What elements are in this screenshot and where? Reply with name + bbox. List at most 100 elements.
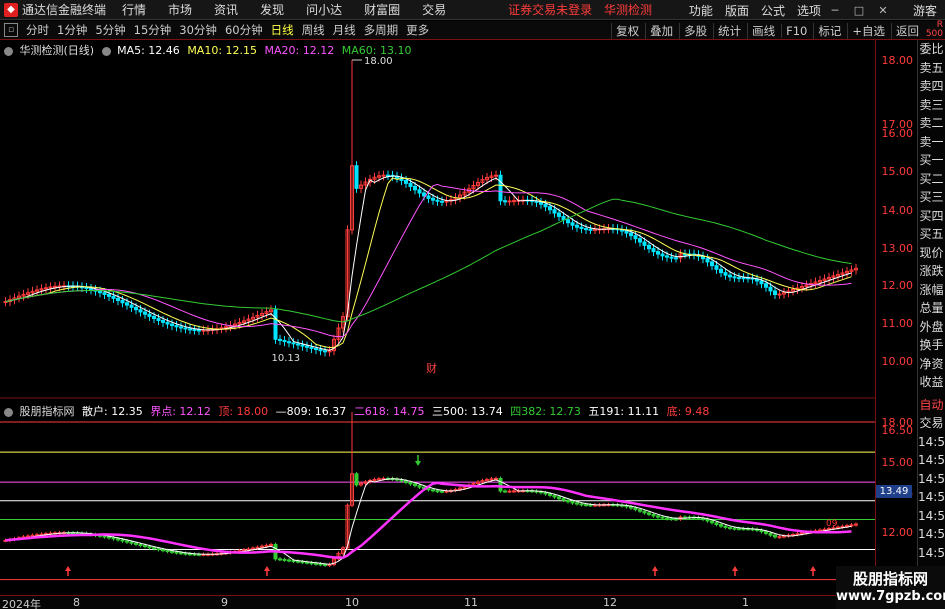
sub-axis-tick: 15.00 (881, 456, 914, 469)
candle-body (732, 276, 737, 279)
toolbar-statistics[interactable]: 统计 (713, 22, 745, 39)
candle-body (183, 327, 188, 330)
candle-body (323, 350, 327, 353)
candle-body (161, 320, 165, 323)
menu-bar: ◆ 通达信金融终端 行情 市场 资讯 发现 问小达 财富圈 交易 证券交易未登录… (0, 0, 945, 20)
toolbar-multi-stock[interactable]: 多股 (679, 22, 711, 39)
panel-toggle-icon[interactable]: ▫ (4, 23, 18, 37)
panel-item-bid1: 买一 (919, 153, 944, 167)
period-weekly[interactable]: 周线 (302, 22, 325, 38)
toolbar-add-watchlist[interactable]: +自选 (847, 22, 889, 39)
sub-candle-body (503, 490, 507, 493)
sub-candle-body (111, 537, 116, 540)
candle-body (111, 295, 116, 299)
candle-body (354, 165, 359, 189)
sub-candle-body (426, 488, 431, 491)
candle-body (629, 232, 633, 237)
candle-body (651, 248, 656, 253)
candle-body (584, 228, 588, 231)
sub-candle-body (705, 518, 710, 522)
candle-body (318, 349, 323, 352)
candle-body (201, 329, 206, 332)
toolbar-mark[interactable]: 标记 (813, 22, 845, 39)
panel-item-trade[interactable]: 交易 (918, 414, 945, 433)
candle-body (737, 277, 741, 280)
period-60min[interactable]: 60分钟 (225, 22, 263, 38)
candle-body (291, 342, 296, 345)
app-title: 通达信金融终端 (22, 3, 107, 17)
sub-legend-boundary: 界点: 12.12 (150, 405, 211, 418)
panel-item-auto[interactable]: 自动 (918, 396, 945, 415)
period-30min[interactable]: 30分钟 (179, 22, 217, 38)
sub-candle-body (674, 518, 678, 521)
finance-marker[interactable]: 财 (426, 360, 437, 376)
candle-body (759, 280, 764, 285)
sub-candle-body (309, 562, 314, 565)
legend-ma-icon[interactable] (101, 46, 111, 56)
candle-body (417, 189, 422, 194)
buy-arrow-icon (264, 566, 270, 571)
sub-candle-body (143, 544, 147, 548)
candle-body (705, 258, 710, 263)
guest-label[interactable]: 游客 (913, 2, 937, 19)
watermark-title: 股朋指标网 (852, 570, 928, 588)
sub-candle-body (125, 540, 129, 543)
sub-candle-body (354, 473, 359, 486)
maximize-icon[interactable]: □ (849, 4, 869, 17)
toolbar-f10[interactable]: F10 (781, 23, 811, 38)
menu-options[interactable]: 选项 (797, 2, 821, 19)
menu-layout[interactable]: 版面 (725, 2, 749, 19)
menu-quotes[interactable]: 行情 (122, 1, 146, 18)
period-toolbar: ▫ 分时 1分钟 5分钟 15分钟 30分钟 60分钟 日线 周线 月线 多周期… (0, 21, 945, 40)
candle-body (89, 288, 93, 291)
toolbar-adjust[interactable]: 复权 (611, 22, 643, 39)
period-monthly[interactable]: 月线 (333, 22, 356, 38)
sub-legend-191: 五191: 11.11 (588, 405, 660, 418)
panel-item-bid2: 买二 (919, 171, 944, 186)
panel-item-order-ratio: 委比 (919, 42, 944, 56)
minimize-icon[interactable]: ─ (825, 4, 845, 17)
toolbar-draw[interactable]: 画线 (747, 22, 779, 39)
sub-candle-body (552, 494, 557, 498)
sub-legend-809: —809: 16.37 (275, 405, 347, 418)
kline-chart[interactable]: 18.0010.1309 (0, 40, 875, 595)
candle-body (575, 224, 579, 228)
sub-candle-body (543, 492, 548, 495)
axis-tick: 18.00 (881, 54, 914, 67)
candle-body (426, 195, 431, 199)
toolbar-overlay[interactable]: 叠加 (645, 22, 677, 39)
menu-market[interactable]: 市场 (168, 1, 192, 18)
period-timeshare[interactable]: 分时 (26, 22, 49, 38)
period-daily[interactable]: 日线 (271, 22, 294, 38)
period-multi[interactable]: 多周期 (364, 22, 399, 38)
period-15min[interactable]: 15分钟 (134, 22, 172, 38)
sub-legend-icon[interactable] (4, 407, 13, 417)
candle-body (404, 179, 408, 184)
toolbar-back[interactable]: 返回 (891, 22, 923, 39)
period-5min[interactable]: 5分钟 (95, 22, 125, 38)
candle-body (179, 326, 183, 329)
candle-body (84, 287, 89, 290)
login-status[interactable]: 证券交易未登录 (508, 3, 592, 17)
buy-arrow-icon (732, 566, 738, 571)
candle-body (314, 347, 318, 351)
menu-function[interactable]: 功能 (689, 2, 713, 19)
sub-candle-body (431, 489, 435, 492)
panel-item-turnover: 换手 (919, 338, 944, 352)
menu-wealth[interactable]: 财富圈 (364, 1, 400, 18)
sub-candle-body (278, 558, 282, 561)
menu-news[interactable]: 资讯 (214, 1, 238, 18)
period-more[interactable]: 更多 (406, 22, 429, 38)
sub-candle-body (269, 543, 273, 546)
menu-formula[interactable]: 公式 (761, 2, 785, 19)
candle-body (507, 200, 512, 203)
buy-arrow-icon (652, 566, 658, 571)
legend-settings-icon[interactable] (4, 46, 13, 56)
date-axis: 2024年 8 9 10 11 12 1 (0, 595, 875, 609)
period-1min[interactable]: 1分钟 (57, 22, 87, 38)
sub-candle-body (287, 559, 291, 562)
close-icon[interactable]: ✕ (873, 4, 893, 17)
menu-assistant[interactable]: 问小达 (306, 1, 342, 18)
menu-discover[interactable]: 发现 (260, 1, 284, 18)
menu-trade[interactable]: 交易 (422, 1, 446, 18)
